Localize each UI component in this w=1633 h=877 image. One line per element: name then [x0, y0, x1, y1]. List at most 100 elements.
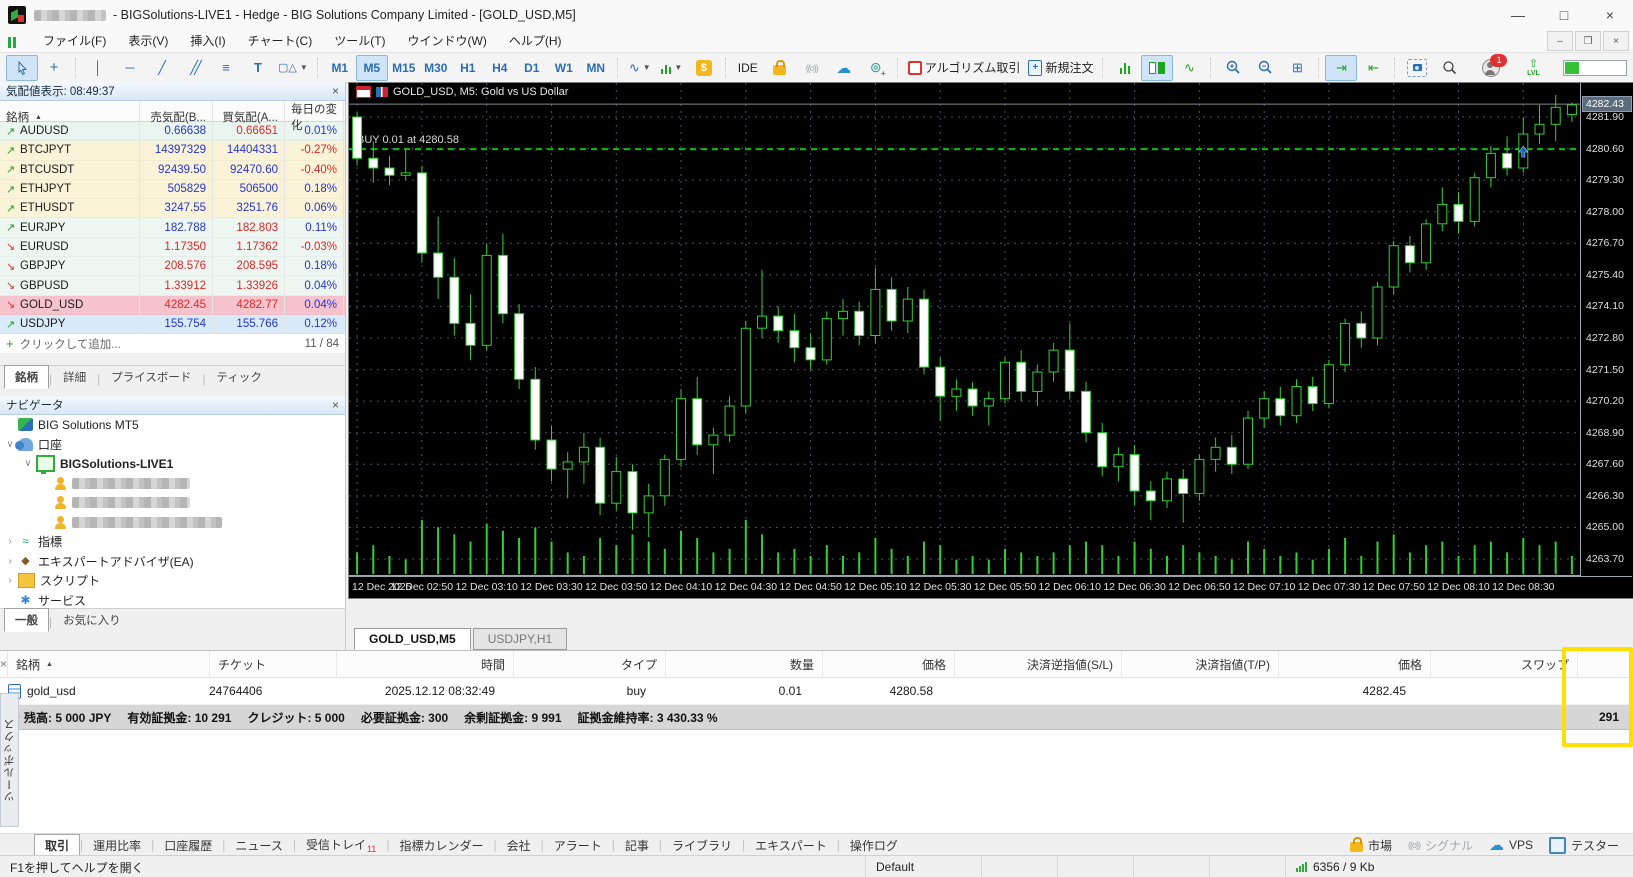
- market-watch-tab-2[interactable]: プライスボード: [100, 365, 202, 389]
- signals-button[interactable]: ((o)): [796, 55, 828, 81]
- navigator-tab-1[interactable]: お気に入り: [52, 608, 132, 632]
- menu-item-0[interactable]: ファイル(F): [32, 31, 117, 52]
- timeframe-MN-button[interactable]: MN: [580, 55, 612, 81]
- price-chart[interactable]: BUY 0.01 at 4280.58: [349, 83, 1580, 576]
- time-axis[interactable]: 12 Dec 2025 12 Dec 02:50 12 Dec 03:10 12 De…: [349, 576, 1632, 598]
- テスター-button[interactable]: テスター: [1548, 836, 1619, 854]
- market-watch-tab-3[interactable]: ティック: [206, 365, 273, 389]
- crosshair-tool-button[interactable]: +: [38, 55, 70, 81]
- zoom-in-button[interactable]: [1217, 55, 1249, 81]
- market-store-button[interactable]: [764, 55, 796, 81]
- new-order-button[interactable]: + 新規注文: [1024, 55, 1097, 81]
- market-watch-row[interactable]: ↗ ETHJPYT 505829 506500 0.18%: [0, 179, 345, 200]
- market-watch-row[interactable]: ↘ GOLD_USD 4282.45 4282.77 0.04%: [0, 295, 345, 315]
- chart-tab-0[interactable]: GOLD_USD,M5: [354, 628, 471, 650]
- toolbox-tab-受信トレイ[interactable]: 受信トレイ11: [296, 834, 386, 856]
- chevron-right-icon[interactable]: ›: [4, 556, 16, 567]
- chevron-down-icon[interactable]: ∨: [22, 458, 34, 469]
- timeframe-H1-button[interactable]: H1: [452, 55, 484, 81]
- navigator-item-3[interactable]: [0, 474, 345, 494]
- navigator-item-8[interactable]: › スクリプト: [0, 571, 345, 591]
- chevron-right-icon[interactable]: ›: [4, 575, 16, 586]
- navigator-item-1[interactable]: ∨ 口座: [0, 435, 345, 455]
- navigator-item-6[interactable]: › ≈ 指標: [0, 532, 345, 552]
- search-button[interactable]: [1433, 55, 1465, 81]
- status-profile[interactable]: Default: [865, 856, 982, 877]
- toolbox-tab-会社[interactable]: 会社: [497, 835, 541, 856]
- 市場-button[interactable]: 市場: [1349, 837, 1392, 854]
- shapes-tool-button[interactable]: ▢△ ▼: [274, 55, 312, 81]
- trade-col-0[interactable]: 銘柄 ▲: [8, 651, 211, 677]
- close-toolbox-icon[interactable]: ×: [0, 651, 9, 677]
- trade-col-10[interactable]: [1578, 651, 1633, 677]
- toolbox-tab-エキスパート[interactable]: エキスパート: [745, 835, 837, 856]
- toolbox-tab-取引[interactable]: 取引: [34, 834, 81, 856]
- market-watch-row[interactable]: ↗ BTCUSDT 92439.50 92470.60 -0.40%: [0, 160, 345, 180]
- trade-col-3[interactable]: タイプ: [514, 651, 667, 677]
- minimize-button[interactable]: —: [1495, 0, 1541, 30]
- navigator-item-4[interactable]: [0, 493, 345, 513]
- toolbox-tab-運用比率[interactable]: 運用比率: [83, 835, 151, 856]
- depth-of-market-icon[interactable]: [376, 87, 388, 97]
- zoom-out-button[interactable]: [1249, 55, 1281, 81]
- trade-col-7[interactable]: 決済指値(T/P): [1122, 651, 1280, 677]
- toolbox-tab-ニュース[interactable]: ニュース: [225, 835, 292, 856]
- toolbox-tab-ライブラリ[interactable]: ライブラリ: [662, 835, 742, 856]
- auto-scroll-button[interactable]: ⇥: [1325, 54, 1358, 81]
- line-chart-mode-button[interactable]: ∿: [1173, 55, 1205, 81]
- open-position-row[interactable]: gold_usd 24764406 2025.12.12 08:32:49 buy 0.…: [0, 678, 1633, 705]
- mdi-minimize-button[interactable]: –: [1547, 31, 1573, 51]
- timeframe-M1-button[interactable]: M1: [324, 55, 356, 81]
- chevron-right-icon[interactable]: ›: [4, 536, 16, 547]
- trendline-tool-button[interactable]: ╱: [146, 55, 178, 81]
- navigator-item-5[interactable]: [0, 513, 345, 533]
- menu-item-1[interactable]: 表示(V): [117, 31, 179, 52]
- market-watch-tab-0[interactable]: 銘柄: [4, 365, 49, 389]
- horizontal-line-tool-button[interactable]: ─: [114, 55, 146, 81]
- trade-col-1[interactable]: チケット: [210, 651, 338, 677]
- timeframe-M30-button[interactable]: M30: [420, 55, 452, 81]
- bar-chart-mode-button[interactable]: [1109, 55, 1141, 81]
- channel-tool-button[interactable]: ╱╱: [178, 55, 210, 81]
- navigator-close-icon[interactable]: ×: [332, 398, 339, 412]
- trade-col-5[interactable]: 価格: [823, 651, 956, 677]
- candlestick-mode-button[interactable]: [1141, 54, 1174, 81]
- maximize-button[interactable]: □: [1541, 0, 1587, 30]
- navigator-item-7[interactable]: › ◆ エキスパートアドバイザ(EA): [0, 552, 345, 572]
- trade-col-6[interactable]: 決済逆指値(S/L): [955, 651, 1123, 677]
- community-button[interactable]: ⊚: [860, 55, 892, 81]
- market-watch-row[interactable]: ↘ GBPUSD 1.33912 1.33926 0.04%: [0, 276, 345, 296]
- timeframe-M15-button[interactable]: M15: [388, 55, 420, 81]
- vertical-line-tool-button[interactable]: │: [82, 55, 114, 81]
- toolbox-tab-アラート[interactable]: アラート: [544, 835, 612, 856]
- timeframe-M5-button[interactable]: M5: [355, 54, 388, 81]
- ide-button[interactable]: IDE: [732, 55, 764, 81]
- toolbox-tab-口座履歴[interactable]: 口座履歴: [154, 835, 222, 856]
- market-watch-row[interactable]: ↗ EURJPY 182.788 182.803 0.11%: [0, 218, 345, 238]
- fibonacci-tool-button[interactable]: ≡: [210, 55, 242, 81]
- mdi-restore-button[interactable]: ❒: [1575, 31, 1601, 51]
- toolbox-vertical-tab[interactable]: ツールボックス: [0, 693, 19, 827]
- menu-item-4[interactable]: ツール(T): [323, 31, 396, 52]
- toolbox-tab-記事[interactable]: 記事: [615, 835, 659, 856]
- market-watch-column-header[interactable]: 銘柄 ▲ 売気配(B... 買気配(A... 毎日の変化: [0, 101, 345, 133]
- indicators-button[interactable]: ▼: [656, 55, 688, 81]
- market-watch-row[interactable]: ↗ AUDUSD 0.66638 0.66651 0.01%: [0, 122, 345, 142]
- market-watch-row[interactable]: ↘ EURUSD 1.17350 1.17362 -0.03%: [0, 237, 345, 258]
- VPS-button[interactable]: ☁ VPS: [1489, 836, 1533, 854]
- シグナル-button[interactable]: ((o)) シグナル: [1408, 837, 1473, 854]
- timeframe-H4-button[interactable]: H4: [484, 55, 516, 81]
- menu-item-3[interactable]: チャート(C): [237, 31, 324, 52]
- mdi-close-button[interactable]: ×: [1603, 31, 1629, 51]
- trade-col-9[interactable]: スワップ: [1431, 651, 1579, 677]
- symbols-button[interactable]: $: [688, 55, 720, 81]
- close-button[interactable]: ×: [1587, 0, 1633, 30]
- menu-item-6[interactable]: ヘルプ(H): [498, 31, 573, 52]
- menu-item-5[interactable]: ウインドウ(W): [397, 31, 498, 52]
- one-click-trading-icon[interactable]: [356, 86, 371, 98]
- toolbox-tab-指標カレンダー[interactable]: 指標カレンダー: [389, 835, 493, 856]
- market-watch-close-icon[interactable]: ×: [332, 84, 339, 98]
- navigator-item-2[interactable]: ∨ BIGSolutions-LIVE1: [0, 454, 345, 475]
- cursor-tool-button[interactable]: [6, 54, 38, 81]
- timeframe-W1-button[interactable]: W1: [548, 55, 580, 81]
